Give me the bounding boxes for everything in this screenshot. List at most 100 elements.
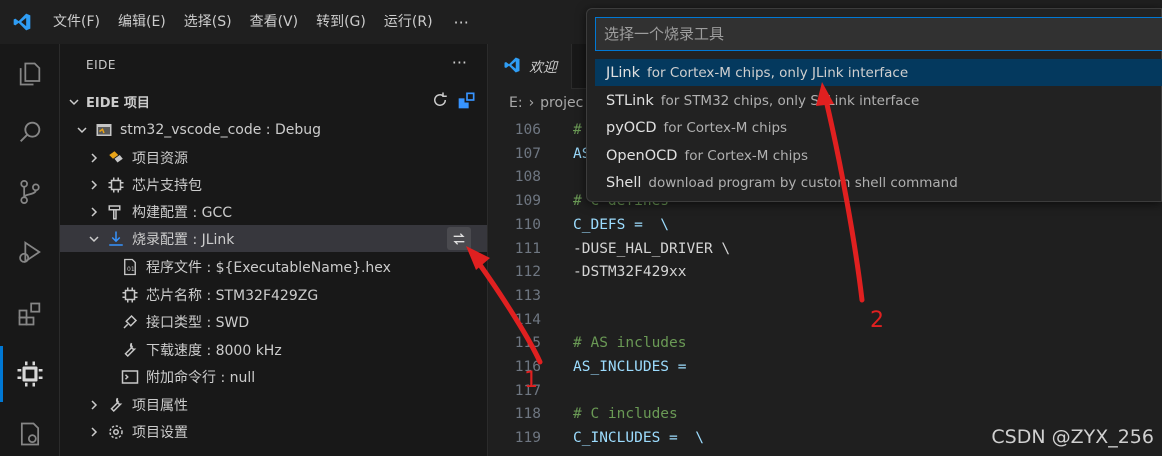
line-number: 114 bbox=[514, 311, 541, 328]
code-text: # C includes bbox=[573, 406, 678, 423]
wrench-icon bbox=[106, 395, 126, 415]
chevron-down-icon bbox=[86, 233, 102, 245]
terminal-icon bbox=[120, 367, 140, 387]
sidebar-title: EIDE bbox=[86, 58, 116, 72]
menu-selection[interactable]: 选择(S) bbox=[175, 0, 241, 44]
tree-item-extra-cmdline[interactable]: 附加命令行 : null bbox=[60, 363, 487, 390]
menu-more-icon[interactable]: ··· bbox=[442, 13, 481, 32]
item-name: pyOCD bbox=[606, 119, 657, 136]
resources-icon bbox=[106, 148, 126, 168]
menu-goto[interactable]: 转到(G) bbox=[307, 0, 375, 44]
chip-icon bbox=[120, 285, 140, 305]
code-line: 111 -DUSE_HAL_DRIVER \ bbox=[489, 237, 1162, 261]
tree-item-interface-type[interactable]: 接口类型 : SWD bbox=[60, 308, 487, 335]
chevron-right-icon bbox=[86, 426, 102, 438]
sidebar-more-icon[interactable]: ··· bbox=[452, 53, 467, 72]
line-number: 110 bbox=[514, 216, 541, 233]
tree-item-project-settings[interactable]: 项目设置 bbox=[60, 418, 487, 445]
item-desc: for Cortex-M chips bbox=[663, 119, 788, 136]
menu-edit[interactable]: 编辑(E) bbox=[109, 0, 175, 44]
code-line: 114 bbox=[489, 308, 1162, 332]
file-bin-icon: 01 bbox=[120, 257, 140, 277]
wrench-icon bbox=[120, 340, 140, 360]
quick-pick-item-openocd[interactable]: OpenOCD for Cortex-M chips bbox=[595, 142, 1162, 169]
tree-item-build-config[interactable]: 构建配置 : GCC bbox=[60, 198, 487, 225]
search-icon[interactable] bbox=[0, 104, 60, 160]
annotation-label-2: 2 bbox=[870, 308, 884, 333]
quick-pick-input[interactable] bbox=[595, 17, 1162, 51]
code-line: 113 bbox=[489, 284, 1162, 308]
item-name: OpenOCD bbox=[606, 147, 678, 164]
tree-item-project-resources[interactable]: 项目资源 bbox=[60, 144, 487, 171]
project-node[interactable]: stm32_vscode_code : Debug bbox=[60, 116, 487, 143]
activity-bar bbox=[0, 44, 60, 456]
line-number: 112 bbox=[514, 264, 541, 281]
run-debug-icon[interactable] bbox=[0, 224, 60, 280]
eide-chip-icon[interactable] bbox=[0, 346, 60, 402]
line-number: 111 bbox=[514, 240, 541, 257]
code-line: 118 # C includes bbox=[489, 402, 1162, 426]
tree-item-program-file[interactable]: 01 程序文件 : ${ExecutableName}.hex bbox=[60, 253, 487, 280]
chevron-right-icon bbox=[86, 179, 102, 191]
tree-item-label: 项目属性 bbox=[132, 397, 188, 414]
code-text: C_DEFS = \ bbox=[573, 216, 670, 233]
tree-item-label: 项目资源 bbox=[132, 150, 188, 167]
code-text: # AS includes bbox=[573, 335, 687, 352]
item-name: STLink bbox=[606, 92, 654, 109]
item-name: JLink bbox=[606, 64, 640, 81]
section-title: EIDE 项目 bbox=[86, 96, 150, 111]
explorer-icon[interactable] bbox=[0, 46, 60, 102]
tree-item-label: 下载速度 : 8000 kHz bbox=[146, 342, 282, 359]
menu-view[interactable]: 查看(V) bbox=[241, 0, 308, 44]
menu-run[interactable]: 运行(R) bbox=[375, 0, 442, 44]
chevron-right-icon bbox=[86, 399, 102, 411]
tab-welcome[interactable]: 欢迎 bbox=[489, 44, 572, 89]
item-desc: download program by custom shell command bbox=[648, 174, 958, 191]
breadcrumb-drive[interactable]: E: bbox=[509, 95, 523, 111]
gear-icon bbox=[106, 422, 126, 442]
code-text: AS_INCLUDES = bbox=[573, 359, 687, 375]
code-line: 112 -DSTM32F429xx bbox=[489, 260, 1162, 284]
tree-item-chip-name[interactable]: 芯片名称 : STM32F429ZG bbox=[60, 281, 487, 308]
quick-pick-item-jlink[interactable]: JLink for Cortex-M chips, only JLink int… bbox=[595, 59, 1162, 86]
item-name: Shell bbox=[606, 174, 642, 191]
quick-pick-item-shell[interactable]: Shell download program by custom shell c… bbox=[595, 169, 1162, 196]
tree-item-project-properties[interactable]: 项目属性 bbox=[60, 391, 487, 418]
vscode-logo-icon bbox=[0, 0, 44, 44]
code-line: 110 C_DEFS = \ bbox=[489, 213, 1162, 237]
extensions-icon[interactable] bbox=[0, 286, 60, 342]
chevron-down-icon bbox=[66, 96, 82, 108]
switch-flasher-icon[interactable] bbox=[447, 227, 471, 250]
breadcrumb-folder[interactable]: projec bbox=[540, 95, 583, 111]
open-project-icon[interactable] bbox=[457, 90, 477, 114]
quick-pick-item-pyocd[interactable]: pyOCD for Cortex-M chips bbox=[595, 114, 1162, 141]
line-number: 107 bbox=[514, 145, 541, 162]
item-desc: for Cortex-M chips bbox=[684, 147, 809, 164]
eide-sidebar: EIDE ··· EIDE 项目 stm32_vscode_code : Deb… bbox=[60, 44, 488, 456]
tree-item-label: 芯片名称 : STM32F429ZG bbox=[146, 287, 319, 304]
vscode-tab-icon bbox=[503, 56, 521, 78]
tree-item-label: 程序文件 : ${ExecutableName}.hex bbox=[146, 259, 391, 276]
chevron-right-icon bbox=[86, 206, 102, 218]
chevron-right-icon bbox=[86, 152, 102, 164]
remote-icon[interactable] bbox=[0, 406, 60, 456]
chevron-right-icon: › bbox=[528, 95, 535, 111]
tree-item-download-speed[interactable]: 下载速度 : 8000 kHz bbox=[60, 336, 487, 363]
section-eide-project[interactable]: EIDE 项目 bbox=[60, 88, 487, 115]
line-number: 106 bbox=[514, 122, 541, 138]
source-control-icon[interactable] bbox=[0, 164, 60, 220]
refresh-icon[interactable] bbox=[431, 91, 449, 113]
tree-item-label: 烧录配置 : JLink bbox=[132, 231, 235, 248]
tree-item-label: 接口类型 : SWD bbox=[146, 314, 250, 331]
code-text: -DSTM32F429xx bbox=[573, 264, 687, 281]
chevron-down-icon bbox=[74, 124, 90, 136]
tree-item-label: 构建配置 : GCC bbox=[132, 204, 233, 221]
tree-item-flash-config[interactable]: 烧录配置 : JLink bbox=[60, 225, 487, 252]
watermark: CSDN @ZYX_256 bbox=[991, 426, 1154, 448]
chip-icon bbox=[106, 175, 126, 195]
quick-pick-item-stlink[interactable]: STLink for STM32 chips, only STLink inte… bbox=[595, 87, 1162, 114]
menu-file[interactable]: 文件(F) bbox=[44, 0, 109, 44]
code-line: 116 AS_INCLUDES = bbox=[489, 355, 1162, 379]
tree-item-chip-support[interactable]: 芯片支持包 bbox=[60, 171, 487, 198]
tree-item-label: 项目设置 bbox=[132, 424, 188, 441]
